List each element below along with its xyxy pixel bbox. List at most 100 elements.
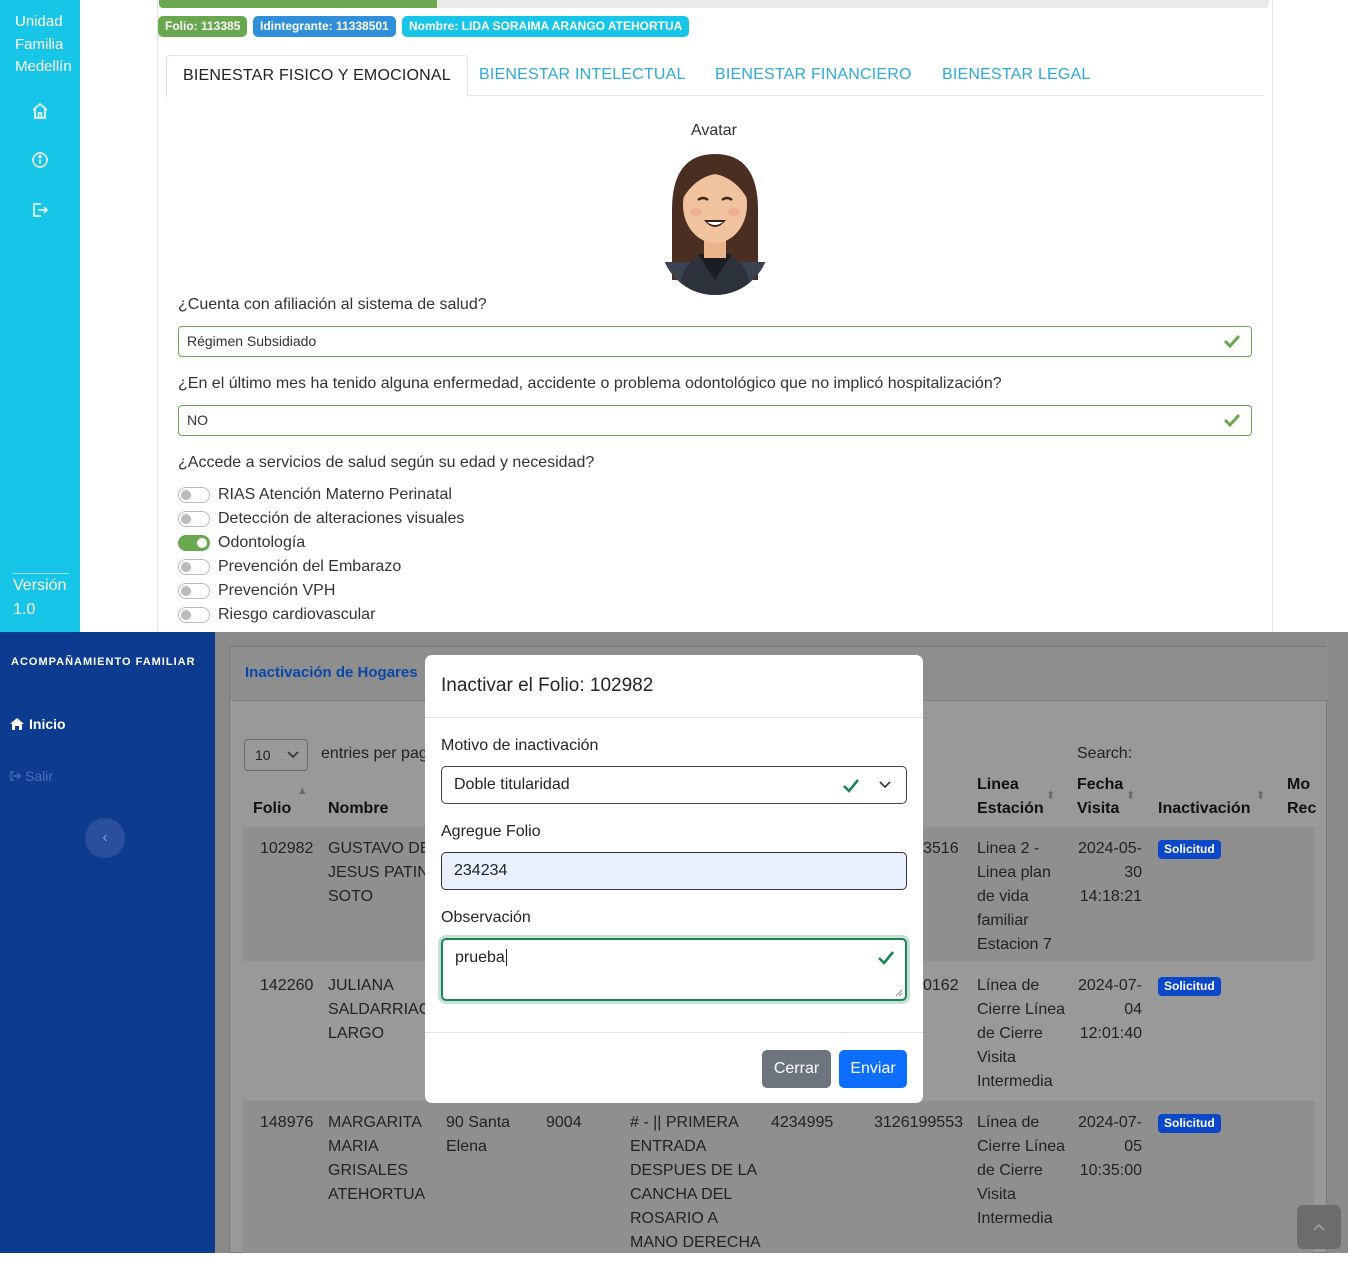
logout-icon[interactable] bbox=[28, 198, 52, 222]
th-fecha-visita[interactable]: Fecha Visita bbox=[1077, 773, 1123, 821]
toggle-switch[interactable] bbox=[178, 583, 210, 599]
service-label: Riesgo cardiovascular bbox=[218, 606, 376, 623]
tab-bienestar-financiero[interactable]: BIENESTAR FINANCIERO bbox=[699, 55, 928, 96]
cell-folio: 142260 bbox=[260, 977, 314, 994]
resize-handle-icon[interactable] bbox=[895, 989, 903, 997]
top-sidebar: Unidad Familia Medellín Versión 1.0 bbox=[0, 0, 80, 632]
question-afiliacion: ¿Cuenta con afiliación al sistema de sal… bbox=[178, 296, 487, 313]
service-label: Odontología bbox=[218, 534, 306, 551]
logout-icon bbox=[10, 771, 21, 781]
home-icon[interactable] bbox=[28, 99, 52, 123]
cell-linea: Línea de Cierre Línea de Cierre Visita I… bbox=[977, 1114, 1066, 1227]
folio-input-value: 234234 bbox=[454, 862, 508, 879]
tab-bar: BIENESTAR FISICO Y EMOCIONAL BIENESTAR I… bbox=[166, 55, 1264, 97]
cell-fecha: 2024-07- 04 12:01:40 bbox=[1077, 977, 1142, 1042]
status-badge: Solicitud bbox=[1158, 977, 1221, 996]
inactivar-modal: Inactivar el Folio: 102982 Motivo de ina… bbox=[425, 655, 923, 1103]
chevron-up-icon bbox=[1313, 1223, 1325, 1231]
cell-telefono: 3126199553 bbox=[874, 1114, 963, 1131]
progress-fill bbox=[159, 0, 437, 8]
chevron-left-icon: ‹ bbox=[102, 829, 108, 846]
text-cursor bbox=[505, 949, 507, 966]
enfermedad-select[interactable]: NO bbox=[178, 405, 1252, 436]
folio-label: Agregue Folio bbox=[441, 823, 541, 840]
cell-direccion: # - || PRIMERA ENTRADA DESPUES DE LA CAN… bbox=[630, 1114, 761, 1251]
entries-label: entries per pag bbox=[321, 745, 428, 762]
th-folio[interactable]: Folio bbox=[253, 797, 291, 821]
toggle-switch[interactable] bbox=[178, 487, 210, 503]
observacion-textarea[interactable]: prueba bbox=[441, 938, 907, 1001]
bottom-sidebar: ACOMPAÑAMIENTO FAMILIAR Inicio Salir ‹ bbox=[0, 632, 215, 1253]
sidebar-collapse-button[interactable]: ‹ bbox=[85, 818, 125, 858]
progress-bar bbox=[159, 0, 1269, 8]
afiliacion-value: Régimen Subsidiado bbox=[187, 333, 317, 349]
enfermedad-value: NO bbox=[187, 412, 208, 428]
toggle-switch[interactable] bbox=[178, 559, 210, 575]
nav-salir[interactable]: Salir bbox=[9, 768, 53, 784]
service-toggle-rias[interactable]: RIAS Atención Materno Perinatal bbox=[178, 485, 452, 505]
tab-bienestar-legal[interactable]: BIENESTAR LEGAL bbox=[926, 55, 1107, 96]
cell-telefono: 0162 bbox=[923, 977, 959, 994]
chevron-down-icon bbox=[287, 751, 299, 759]
nav-salir-label: Salir bbox=[25, 768, 54, 784]
info-icon[interactable] bbox=[28, 148, 52, 172]
folio-input[interactable]: 234234 bbox=[441, 852, 907, 890]
question-enfermedad: ¿En el último mes ha tenido alguna enfer… bbox=[178, 375, 1002, 392]
th-nombre[interactable]: Nombre bbox=[328, 797, 388, 821]
cell-codigo: 9004 bbox=[546, 1114, 582, 1131]
service-toggle-odontologia[interactable]: Odontología bbox=[178, 533, 305, 553]
afiliacion-select[interactable]: Régimen Subsidiado bbox=[178, 326, 1252, 357]
modal-title: Inactivar el Folio: 102982 bbox=[441, 675, 654, 696]
motivo-select[interactable]: Doble titularidad bbox=[441, 766, 907, 804]
motivo-value: Doble titularidad bbox=[454, 776, 570, 793]
observacion-value: prueba bbox=[455, 949, 505, 966]
cell-folio: 148976 bbox=[260, 1114, 314, 1131]
status-badge: Solicitud bbox=[1158, 1114, 1221, 1133]
cell-linea: Linea 2 - Linea plan de vida familiar Es… bbox=[977, 840, 1052, 953]
sort-icon: ⬍ bbox=[1046, 790, 1056, 802]
service-toggle-visuales[interactable]: Detección de alteraciones visuales bbox=[178, 509, 464, 529]
toggle-switch[interactable] bbox=[178, 535, 210, 551]
card-title: Inactivación de Hogares bbox=[245, 664, 418, 681]
check-icon bbox=[1223, 334, 1241, 349]
service-toggle-embarazo[interactable]: Prevención del Embarazo bbox=[178, 557, 401, 577]
sort-icon: ⬍ bbox=[1256, 790, 1266, 802]
th-motivo[interactable]: Mo Rec bbox=[1287, 773, 1316, 821]
top-screenshot: Unidad Familia Medellín Versión 1.0 Foli… bbox=[0, 0, 1348, 632]
status-badge: Solicitud bbox=[1158, 840, 1221, 859]
th-inactivacion[interactable]: Inactivación bbox=[1158, 797, 1250, 821]
service-label: Detección de alteraciones visuales bbox=[218, 510, 465, 527]
chevron-down-icon bbox=[879, 781, 891, 789]
question-servicios: ¿Accede a servicios de salud según su ed… bbox=[178, 454, 595, 471]
home-icon bbox=[10, 718, 24, 730]
cerrar-button[interactable]: Cerrar bbox=[762, 1050, 831, 1088]
toggle-switch[interactable] bbox=[178, 511, 210, 527]
integrante-badge: Idintegrante: 11338501 bbox=[253, 16, 396, 37]
sort-asc-icon: ▲ bbox=[297, 785, 308, 797]
tab-bienestar-fisico[interactable]: BIENESTAR FISICO Y EMOCIONAL bbox=[166, 55, 468, 97]
service-toggle-vph[interactable]: Prevención VPH bbox=[178, 581, 335, 601]
toggle-switch[interactable] bbox=[178, 607, 210, 623]
nav-inicio[interactable]: Inicio bbox=[9, 716, 66, 732]
cell-folio: 102982 bbox=[260, 840, 314, 857]
service-label: RIAS Atención Materno Perinatal bbox=[218, 486, 452, 503]
th-linea-estacion[interactable]: Linea Estación bbox=[977, 773, 1044, 821]
table-row[interactable]: 148976 MARGARITA MARIA GRISALES ATEHORTU… bbox=[243, 1101, 1315, 1253]
scroll-top-button[interactable] bbox=[1297, 1205, 1341, 1249]
entries-value: 10 bbox=[255, 747, 271, 763]
service-label: Prevención del Embarazo bbox=[218, 558, 402, 575]
nav-inicio-label: Inicio bbox=[29, 716, 66, 732]
cell-fecha: 2024-07- 05 10:35:00 bbox=[1077, 1114, 1142, 1179]
entries-select[interactable]: 10 bbox=[244, 739, 308, 771]
cell-nombre: MARGARITA MARIA GRISALES ATEHORTUA bbox=[328, 1114, 426, 1203]
version-label: Versión 1.0 bbox=[13, 573, 69, 622]
service-toggle-cardiovascular[interactable]: Riesgo cardiovascular bbox=[178, 605, 375, 625]
tab-bienestar-intelectual[interactable]: BIENESTAR INTELECTUAL bbox=[463, 55, 702, 96]
bottom-brand: ACOMPAÑAMIENTO FAMILIAR bbox=[11, 656, 196, 668]
cell-fecha: 2024-05- 30 14:18:21 bbox=[1077, 840, 1142, 905]
enviar-button[interactable]: Enviar bbox=[839, 1050, 907, 1088]
modal-header: Inactivar el Folio: 102982 bbox=[425, 655, 923, 718]
cell-telefono: 3516 bbox=[923, 840, 959, 857]
avatar bbox=[658, 150, 772, 301]
nombre-badge: Nombre: LIDA SORAIMA ARANGO ATEHORTUA bbox=[402, 16, 690, 37]
